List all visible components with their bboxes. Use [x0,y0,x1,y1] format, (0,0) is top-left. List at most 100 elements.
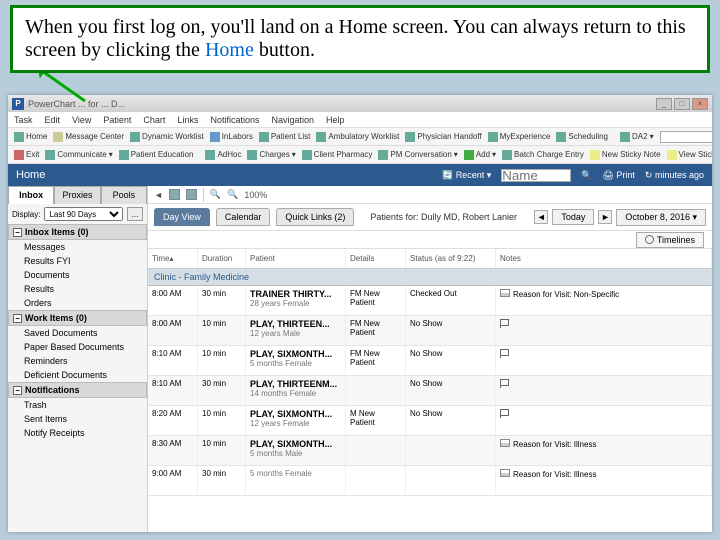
clinic-group-header[interactable]: Clinic - Family Medicine [148,269,712,286]
col-status[interactable]: Status (as of 9:22) [406,249,496,268]
view-icon[interactable] [169,189,180,200]
menu-edit[interactable]: Edit [45,115,61,125]
close-button[interactable]: × [692,98,708,110]
appointment-row[interactable]: 8:10 AM10 minPLAY, SIXMONTH...5 months F… [148,346,712,376]
note-icon [500,289,510,297]
col-notes[interactable]: Notes [496,249,712,268]
menu-patient[interactable]: Patient [103,115,131,125]
cell-status: No Show [406,406,496,435]
tree-item[interactable]: Saved Documents [8,326,147,340]
collapse-icon[interactable]: − [13,228,22,237]
tab-day-view[interactable]: Day View [154,208,210,226]
scheduling-button[interactable]: Scheduling [556,132,608,142]
message-center-button[interactable]: Message Center [53,132,124,142]
communicate-button[interactable]: Communicate ▾ [45,150,112,160]
inlabors-button[interactable]: InLabors [210,132,253,142]
add-button[interactable]: Add ▾ [464,150,496,160]
new-sticky-button[interactable]: New Sticky Note [590,150,661,160]
tree-item[interactable]: Paper Based Documents [8,340,147,354]
pm-conversation-button[interactable]: PM Conversation ▾ [378,150,457,160]
tree-item[interactable]: Documents [8,268,147,282]
minimize-button[interactable]: _ [656,98,672,110]
date-picker-button[interactable]: October 8, 2016 ▾ [616,209,706,226]
zoom-in-icon[interactable]: 🔍 [227,189,238,200]
appointment-row[interactable]: 8:30 AM10 minPLAY, SIXMONTH...5 months M… [148,436,712,466]
menu-help[interactable]: Help [326,115,345,125]
home-button[interactable]: Home [14,132,47,142]
charges-button[interactable]: Charges ▾ [247,150,295,160]
adhoc-button[interactable]: AdHoc [205,150,241,160]
tab-quick-links[interactable]: Quick Links (2) [276,208,354,226]
cell-duration: 10 min [198,346,246,375]
appointment-row[interactable]: 8:00 AM10 minPLAY, THIRTEEN...12 years M… [148,316,712,346]
ambulatory-worklist-button[interactable]: Ambulatory Worklist [316,132,399,142]
tree-item[interactable]: Trash [8,398,147,412]
print-icon[interactable] [186,189,197,200]
tab-calendar[interactable]: Calendar [216,208,271,226]
tree-section-header[interactable]: −Work Items (0) [8,310,147,326]
timelines-button[interactable]: Timelines [636,232,704,248]
collapse-icon[interactable]: ◄ [154,190,163,200]
collapse-icon[interactable]: − [13,386,22,395]
note-icon [500,469,510,477]
tree-item[interactable]: Orders [8,296,147,310]
da2-button[interactable]: DA2 ▾ [620,132,654,142]
menu-task[interactable]: Task [14,115,33,125]
patient-education-button[interactable]: Patient Education [119,150,194,160]
display-label: Display: [12,210,40,219]
name-search-input[interactable] [501,169,571,182]
menu-links[interactable]: Links [177,115,198,125]
col-patient[interactable]: Patient [246,249,346,268]
tree-item[interactable]: Messages [8,240,147,254]
col-time[interactable]: Time ▴ [148,249,198,268]
zoom-out-icon[interactable]: 🔍 [210,189,221,200]
timeline-row: Timelines [148,231,712,249]
tree-item[interactable]: Results [8,282,147,296]
menu-navigation[interactable]: Navigation [271,115,314,125]
exit-icon [14,150,24,160]
tree-item[interactable]: Reminders [8,354,147,368]
tree-item[interactable]: Notify Receipts [8,426,147,440]
exit-button[interactable]: Exit [14,150,39,160]
dynamic-worklist-button[interactable]: Dynamic Worklist [130,132,204,142]
tree-item[interactable]: Results FYI [8,254,147,268]
pharmacy-button[interactable]: Client Pharmacy [302,150,373,160]
batch-charge-button[interactable]: Batch Charge Entry [502,150,584,160]
col-details[interactable]: Details [346,249,406,268]
view-sticky-button[interactable]: View Sticky Notes [667,150,712,160]
patient-list-button[interactable]: Patient List [259,132,311,142]
prev-day-button[interactable]: ◄ [534,210,548,224]
tree-item[interactable]: Deficient Documents [8,368,147,382]
menu-notifications[interactable]: Notifications [210,115,259,125]
tree-item[interactable]: Sent Items [8,412,147,426]
tab-proxies[interactable]: Proxies [54,186,100,204]
tree-section-header[interactable]: −Notifications [8,382,147,398]
collapse-icon[interactable]: − [13,314,22,323]
print-button[interactable]: 🖨 Print [602,170,634,181]
refresh-time[interactable]: ↻ minutes ago [645,170,704,181]
tree-section-header[interactable]: −Inbox Items (0) [8,224,147,240]
appointment-row[interactable]: 8:20 AM10 minPLAY, SIXMONTH...12 years F… [148,406,712,436]
search-icon[interactable]: 🔍 [581,170,592,181]
cell-patient: PLAY, SIXMONTH...5 months Male [246,436,346,465]
cell-duration: 10 min [198,316,246,345]
appointment-row[interactable]: 8:00 AM30 minTRAINER THIRTY...28 years F… [148,286,712,316]
menu-chart[interactable]: Chart [143,115,165,125]
display-go-button[interactable]: ... [127,207,143,221]
physician-handoff-button[interactable]: Physician Handoff [405,132,481,142]
tab-pools[interactable]: Pools [101,186,147,204]
tab-inbox[interactable]: Inbox [8,186,54,204]
display-range-select[interactable]: Last 90 Days [44,207,123,221]
quick-search-input[interactable] [660,131,712,143]
appointment-row[interactable]: 9:00 AM30 min5 months FemaleReason for V… [148,466,712,496]
next-day-button[interactable]: ► [598,210,612,224]
sidebar: Inbox Proxies Pools Display: Last 90 Day… [8,186,148,532]
maximize-button[interactable]: □ [674,98,690,110]
recent-dropdown[interactable]: 🔄 Recent ▾ [442,170,491,181]
today-button[interactable]: Today [552,209,594,225]
myexperience-button[interactable]: MyExperience [488,132,551,142]
conv-icon [378,150,388,160]
col-duration[interactable]: Duration [198,249,246,268]
appointment-row[interactable]: 8:10 AM30 minPLAY, THIRTEENM...14 months… [148,376,712,406]
menu-view[interactable]: View [72,115,91,125]
